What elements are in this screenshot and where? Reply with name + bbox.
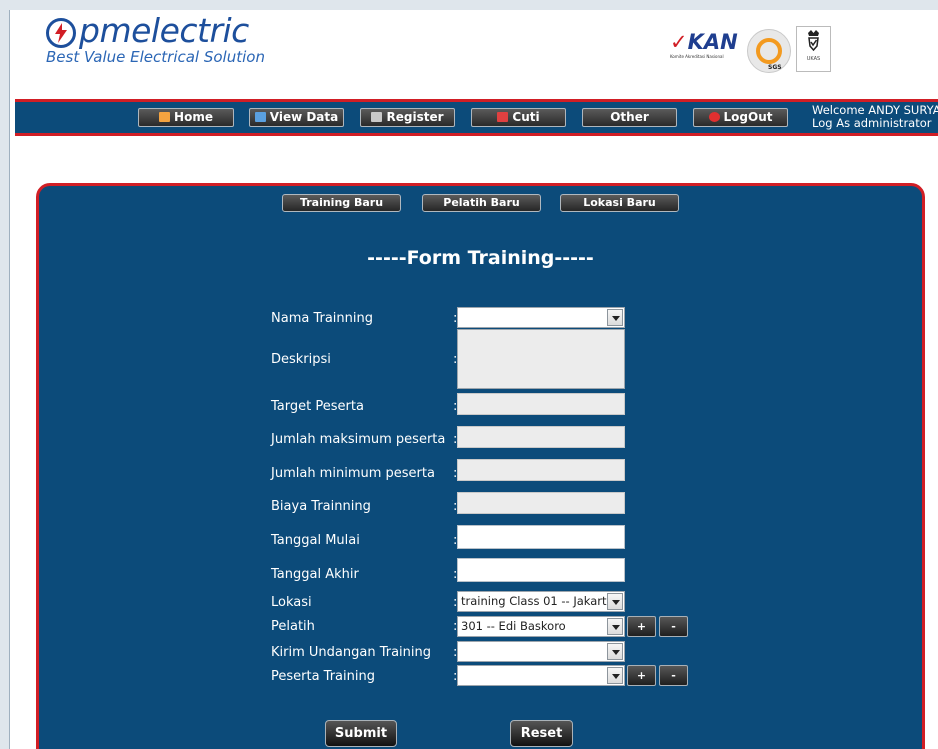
nav-view-data-button[interactable]: View Data (249, 108, 344, 127)
label-target-peserta: Target Peserta (271, 399, 364, 414)
crown-icon (808, 30, 819, 52)
reset-button[interactable]: Reset (510, 720, 573, 747)
deskripsi-textarea[interactable] (457, 329, 625, 389)
jumlah-maksimum-input[interactable] (457, 426, 625, 448)
label-lokasi: Lokasi (271, 595, 312, 610)
nav-other-button[interactable]: Other (582, 108, 677, 127)
register-icon (371, 112, 383, 122)
chevron-down-icon (607, 309, 623, 326)
chevron-down-icon (607, 643, 623, 660)
label-jumlah-maksimum: Jumlah maksimum peserta (271, 432, 446, 447)
label-jumlah-minimum: Jumlah minimum peserta (271, 466, 435, 481)
label-deskripsi: Deskripsi (271, 352, 331, 367)
kirim-undangan-select[interactable] (457, 641, 625, 662)
home-icon (159, 112, 171, 122)
tanggal-akhir-input[interactable] (457, 558, 625, 582)
label-peserta-training: Peserta Training (271, 669, 375, 684)
label-biaya-training: Biaya Trainning (271, 499, 371, 514)
remove-peserta-button[interactable]: - (659, 665, 688, 686)
nav-cuti-button[interactable]: Cuti (471, 108, 566, 127)
training-baru-button[interactable]: Training Baru (282, 194, 401, 212)
label-kirim-undangan: Kirim Undangan Training (271, 645, 431, 660)
nama-training-select[interactable] (457, 307, 625, 328)
brand-tagline: Best Value Electrical Solution (46, 48, 265, 66)
main-navbar: Home View Data Register Cuti Other LogOu… (15, 99, 938, 136)
form-title: -----Form Training----- (367, 247, 594, 269)
remove-pelatih-button[interactable]: - (659, 616, 688, 637)
pelatih-baru-button[interactable]: Pelatih Baru (422, 194, 541, 212)
brand-logo: pmelectric Best Value Electrical Solutio… (46, 12, 265, 66)
kan-certification-logo: ✓KAN Komite Akreditasi Nasional (670, 30, 738, 60)
jumlah-minimum-input[interactable] (457, 459, 625, 481)
nav-register-button[interactable]: Register (360, 108, 455, 127)
calendar-icon (497, 112, 509, 122)
chevron-down-icon (607, 667, 623, 684)
power-icon (708, 112, 720, 122)
page: pmelectric Best Value Electrical Solutio… (9, 10, 938, 749)
pelatih-select[interactable]: 301 -- Edi Baskoro (457, 616, 625, 637)
submit-button[interactable]: Submit (325, 720, 397, 747)
label-tanggal-mulai: Tanggal Mulai (271, 533, 360, 548)
nav-home-button[interactable]: Home (138, 108, 234, 127)
data-icon (254, 112, 266, 122)
form-panel: Training Baru Pelatih Baru Lokasi Baru -… (36, 183, 925, 749)
chevron-down-icon (607, 593, 623, 610)
peserta-training-select[interactable] (457, 665, 625, 686)
label-nama-training: Nama Trainning (271, 311, 373, 326)
label-tanggal-akhir: Tanggal Akhir (271, 567, 359, 582)
sgs-certification-logo: SGS (747, 29, 791, 73)
lightning-bolt-icon (46, 17, 76, 48)
chevron-down-icon (607, 618, 623, 635)
brand-name: pmelectric (79, 11, 249, 50)
lokasi-baru-button[interactable]: Lokasi Baru (560, 194, 679, 212)
biaya-training-input[interactable] (457, 492, 625, 514)
target-peserta-input[interactable] (457, 393, 625, 415)
tanggal-mulai-input[interactable] (457, 525, 625, 549)
lokasi-select[interactable]: training Class 01 -- Jakarta (457, 591, 625, 612)
nav-logout-button[interactable]: LogOut (693, 108, 788, 127)
ukas-certification-logo: UKAS (796, 26, 831, 72)
welcome-text: Welcome ANDY SURYA Log As administrator (812, 103, 938, 130)
label-pelatih: Pelatih (271, 619, 315, 634)
add-peserta-button[interactable]: + (627, 665, 656, 686)
add-pelatih-button[interactable]: + (627, 616, 656, 637)
